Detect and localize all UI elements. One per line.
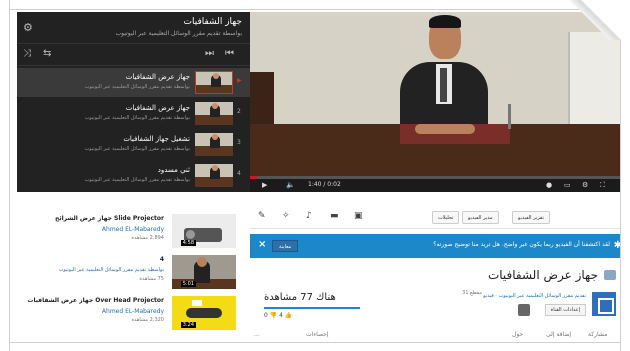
playlist-header: ⚙ جهاز الشفافيات بواسطة تقديم مقرر الوسا… [17,12,250,44]
related-channel[interactable]: Ahmed EL-Mabaredy [102,308,164,315]
related-item[interactable]: 5:01 4 بواسطة تقديم مقرر الوسائل التعليم… [16,252,248,292]
play-icon[interactable]: ▶ [262,181,267,189]
playlist-item[interactable]: 4 ثني مسدود بواسطة تقديم مقرر الوسائل ال… [17,161,250,190]
playlist-item[interactable]: 3 تشغيل جهاز الشفافيات بواسطة تقديم مقرر… [17,130,250,159]
tv-icon [604,270,616,280]
info-tabs: ... إحصاءات حول إضافة إلى مشاركة [250,330,620,342]
tab-more[interactable]: ... [254,331,260,338]
paper-edge [0,0,10,351]
video-thumbnail[interactable] [195,71,233,94]
avatar[interactable] [592,292,616,316]
gear-icon[interactable]: ⚙ [23,21,33,34]
duration-badge: 3:24 [180,322,196,328]
duration-badge: 4:58 [180,240,196,246]
playlist-item-title[interactable]: تشغيل جهاز الشفافيات [123,135,190,143]
preview-button[interactable]: معاينة [272,240,299,252]
video-thumbnail[interactable]: 5:01 [172,255,236,289]
skip-next-icon[interactable]: ⏭ [205,48,214,59]
page: ⚙ جهاز الشفافيات بواسطة تقديم مقرر الوسا… [0,0,630,351]
action-bar: ✎ ✧ ♪ ▬ ▣ تحليلات مدير الفيديو تقرير الف… [250,207,620,229]
playlist-controls: ⤨ ⇆ ⏭ ⏮ [17,44,250,66]
tab-about[interactable]: حول [512,331,523,338]
video-info: جهاز عرض الشفافيات تقديم مقرر الوسائل ال… [250,260,620,345]
sentiment-bar-fill [264,307,360,309]
playlist-item-title[interactable]: ثني مسدود [158,166,190,174]
captions-cc-icon[interactable]: ▣ [354,211,363,221]
sentiment-bar [264,307,360,309]
playlist-item-index: 3 [237,139,241,146]
playlist-subtitle: بواسطة تقديم مقرر الوسائل التعليمية عبر … [115,30,242,37]
playlist-item[interactable]: 2 جهاز عرض الشفافيات بواسطة تقديم مقرر ا… [17,99,250,128]
related-videos: 4:58 Slide Projector جهاز عرض الشرائح Ah… [16,207,248,342]
shuffle-icon[interactable]: ⤨ [23,48,31,59]
related-views: 2,894 مشاهدة [131,235,164,241]
page-curl [570,0,630,40]
notice-text: لقد اكتشفنا أن الفيديو ربما يكون غير واض… [433,241,610,248]
playlist-item-index: 2 [237,108,241,115]
volume-icon[interactable]: 🔈 [286,181,295,189]
tab-stats[interactable]: إحصاءات [306,331,329,338]
playlist-item-channel: بواسطة تقديم مقرر الوسائل التعليمية عبر … [84,146,190,152]
playlist-panel: ⚙ جهاز الشفافيات بواسطة تقديم مقرر الوسا… [17,12,250,192]
paper-edge [620,0,630,351]
related-title[interactable]: 4 [160,256,164,263]
magic-wand-icon[interactable]: ✎ [258,211,266,221]
related-item[interactable]: 4:58 Slide Projector جهاز عرض الشرائح Ah… [16,211,248,251]
captions-icon[interactable]: ▭ [564,181,571,189]
like-dislike-counts[interactable]: 0 👎 4 👍 [264,312,292,319]
playlist-item-title[interactable]: جهاز عرض الشفافيات [126,104,190,112]
fullscreen-icon[interactable]: ⛶ [600,181,605,190]
enhance-icon[interactable]: ✧ [282,211,290,221]
channel-settings-button[interactable]: إعدادات القناة [544,304,586,316]
related-channel[interactable]: Ahmed EL-Mabaredy [102,226,164,233]
video-thumbnail[interactable]: 3:24 [172,296,236,330]
video-thumbnail[interactable] [195,133,233,156]
settings-icon[interactable] [518,304,530,316]
video-player[interactable]: ▶ 🔈 1:40 / 0:02 ● ▭ ⚙ ⛶ [250,12,620,192]
related-item[interactable]: 3:24 Over Head Projector جهاز عرض الشفاف… [16,293,248,333]
video-thumbnail[interactable]: 4:58 [172,214,236,248]
channel-video-count: 31 مقطع [462,290,482,296]
playlist-item-index: ▶ [237,77,242,84]
annotation-icon[interactable]: ▬ [330,211,339,221]
related-title[interactable]: Slide Projector جهاز عرض الشرائح [55,215,164,222]
report-button[interactable]: تقرير الفيديو [512,211,550,224]
related-views: 75 مشاهدة [139,276,164,282]
loop-icon[interactable]: ⇆ [43,48,51,59]
playlist-item-index: 4 [237,170,241,177]
annotations-icon[interactable]: ● [546,181,552,189]
enhance-notice: × معاينة لقد اكتشفنا أن الفيديو ربما يكو… [250,234,626,258]
channel-name[interactable]: تقديم مقرر الوسائل التعليمية عبر اليوتيو… [483,293,586,299]
video-title: جهاز عرض الشفافيات [487,268,598,282]
playlist-item-title[interactable]: جهاز عرض الشفافيات [126,73,190,81]
playlist-item-channel: بواسطة تقديم مقرر الوسائل التعليمية عبر … [84,177,190,183]
video-manager-button[interactable]: مدير الفيديو [462,211,499,224]
music-note-icon[interactable]: ♪ [306,211,312,221]
settings-icon[interactable]: ⚙ [582,181,588,189]
tab-add-to[interactable]: إضافة إلى [546,331,571,338]
playlist-item-channel: بواسطة تقديم مقرر الوسائل التعليمية عبر … [84,115,190,121]
paper-edge [0,0,630,10]
related-title[interactable]: Over Head Projector جهاز عرض الشفافيات [27,297,164,304]
video-thumbnail[interactable] [195,164,233,187]
related-views: 2,320 مشاهدة [131,317,164,323]
paper-edge [0,342,630,351]
time-display: 1:40 / 0:02 [308,181,341,188]
duration-badge: 5:01 [180,281,196,287]
view-count: هناك 77 مشاهدة [264,292,336,303]
playlist-item-channel: بواسطة تقديم مقرر الوسائل التعليمية عبر … [84,84,190,90]
close-icon[interactable]: × [258,239,266,250]
related-channel[interactable]: بواسطة تقديم مقرر الوسائل التعليمية عبر … [59,267,164,273]
skip-prev-icon[interactable]: ⏮ [225,48,234,59]
video-thumbnail[interactable] [195,102,233,125]
playlist-title[interactable]: جهاز الشفافيات [184,17,242,27]
tab-share[interactable]: مشاركة [588,331,607,338]
analytics-button[interactable]: تحليلات [432,211,460,224]
playlist-item[interactable]: ▶ جهاز عرض الشفافيات بواسطة تقديم مقرر ا… [17,68,250,97]
